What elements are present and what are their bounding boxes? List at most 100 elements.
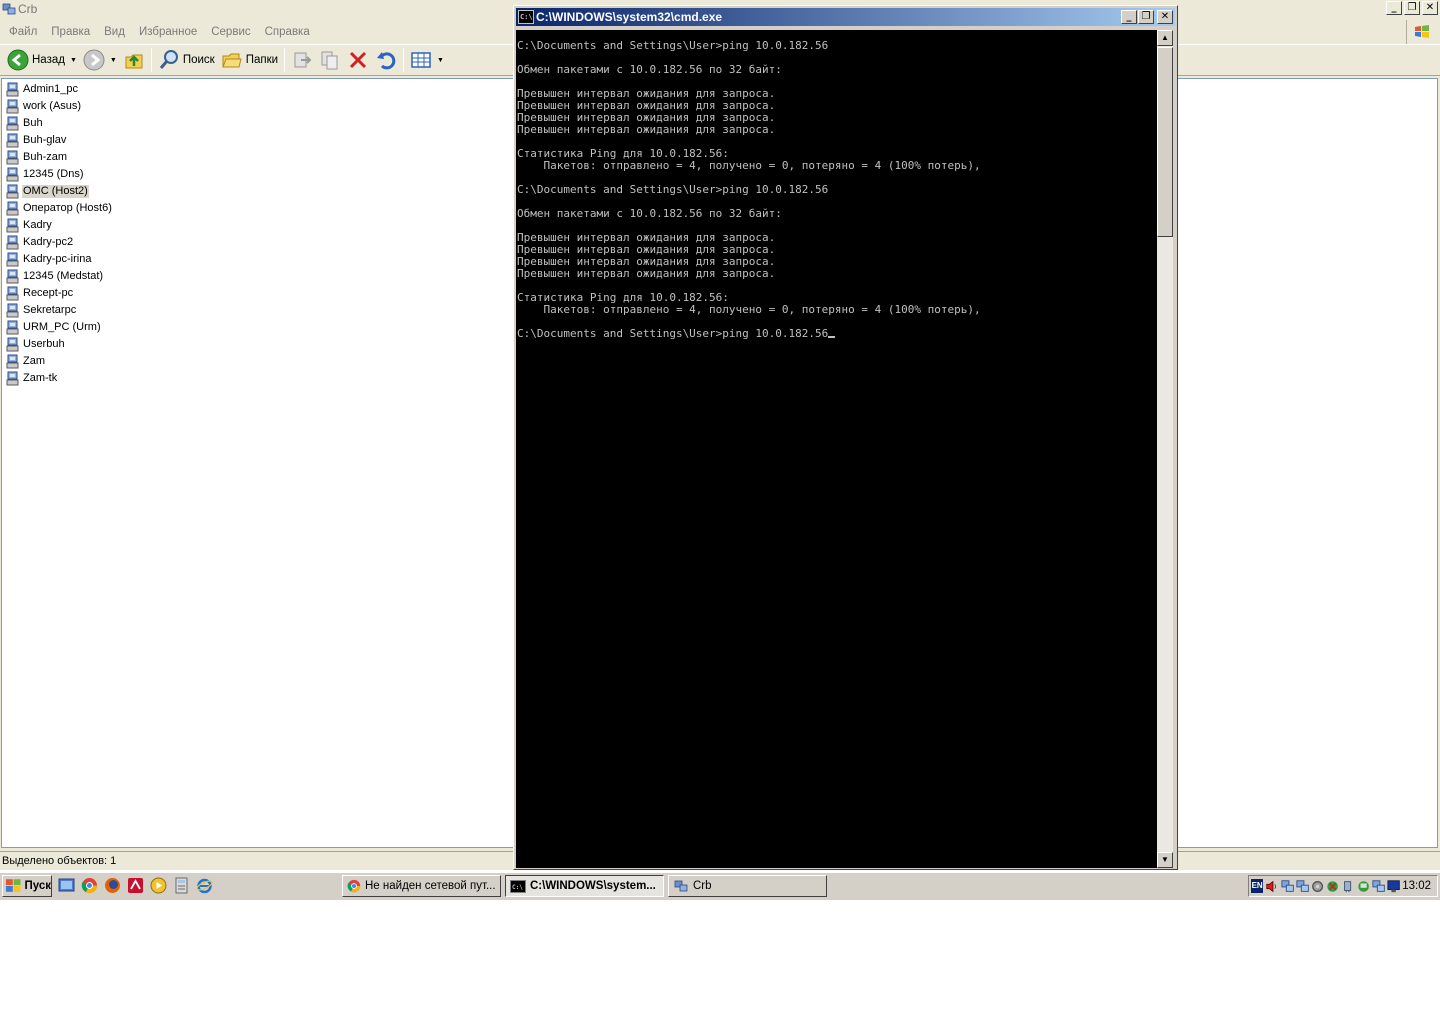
- start-button[interactable]: Пуск: [2, 875, 52, 897]
- windows-logo-icon: [1406, 20, 1436, 44]
- up-folder-button[interactable]: [120, 47, 148, 73]
- copy-to-icon: [321, 51, 338, 70]
- list-item[interactable]: work (Asus): [6, 98, 113, 115]
- chevron-down-icon[interactable]: ▼: [437, 57, 444, 64]
- menu-item[interactable]: Справка: [258, 22, 317, 42]
- console-line: Превышен интервал ожидания для запроса.: [517, 268, 1157, 280]
- list-item[interactable]: Recept-pc: [6, 285, 113, 302]
- safely-remove-hardware-icon[interactable]: [1341, 879, 1354, 894]
- language-indicator[interactable]: EN: [1251, 879, 1264, 893]
- item-label: Zam-tk: [23, 372, 58, 384]
- back-label: Назад: [32, 54, 65, 66]
- internet-explorer-icon[interactable]: [196, 877, 213, 894]
- close-button[interactable]: ✕: [1422, 1, 1438, 15]
- console-text: Превышен интервал ожидания для запроса.: [517, 267, 776, 280]
- acrobat-icon[interactable]: [127, 877, 144, 894]
- show-desktop-icon[interactable]: [58, 877, 75, 894]
- computer-list: Admin1_pc work (Asus) Buh Buh-glav Buh-zam 12…: [6, 81, 113, 387]
- console-text: Обмен пакетами с 10.0.182.56 по 32 байт:: [517, 63, 782, 76]
- volume-icon[interactable]: [1265, 879, 1278, 894]
- computer-icon: [6, 354, 19, 369]
- search-button[interactable]: Поиск: [155, 47, 218, 73]
- console-line: Пакетов: отправлено = 4, получено = 0, п…: [517, 304, 1157, 316]
- list-item[interactable]: Sekretarpc: [6, 302, 113, 319]
- folders-button[interactable]: Папки: [218, 47, 281, 73]
- settings-gear-icon[interactable]: [1311, 879, 1324, 894]
- delete-x-icon: [349, 51, 367, 69]
- menu-item[interactable]: Сервис: [204, 22, 257, 42]
- menu-item[interactable]: Файл: [2, 22, 44, 42]
- computer-icon: [6, 235, 19, 250]
- computer-icon: [6, 167, 19, 182]
- back-button[interactable]: Назад ▼: [4, 47, 80, 73]
- list-item[interactable]: Userbuh: [6, 336, 113, 353]
- scroll-down-button[interactable]: ▼: [1157, 852, 1173, 868]
- menu-item[interactable]: Избранное: [132, 22, 204, 42]
- item-label: Kadry-pc-irina: [23, 253, 92, 265]
- list-item[interactable]: Kadry-pc-irina: [6, 251, 113, 268]
- console-line: Пакетов: отправлено = 4, получено = 0, п…: [517, 160, 1157, 172]
- list-item[interactable]: 12345 (Medstat): [6, 268, 113, 285]
- cmd-title: C:\WINDOWS\system32\cmd.exe: [536, 10, 723, 24]
- list-item[interactable]: 12345 (Dns): [6, 166, 113, 183]
- console-output[interactable]: C:\Documents and Settings\User>ping 10.0…: [516, 30, 1157, 868]
- list-item[interactable]: Buh: [6, 115, 113, 132]
- views-button[interactable]: ▼: [407, 47, 447, 73]
- list-item[interactable]: Buh-zam: [6, 149, 113, 166]
- network-icon[interactable]: [1372, 879, 1385, 894]
- text-cursor: [828, 336, 836, 338]
- undo-button[interactable]: [372, 47, 400, 73]
- task-cmd[interactable]: C:\ C:\WINDOWS\system...: [505, 875, 664, 897]
- list-item[interactable]: Zam-tk: [6, 370, 113, 387]
- minimize-button[interactable]: _: [1386, 1, 1402, 15]
- copy-to-button[interactable]: [316, 47, 344, 73]
- vertical-scrollbar[interactable]: ▲ ▼: [1157, 30, 1173, 868]
- item-label: Buh: [23, 117, 43, 129]
- task-explorer[interactable]: Crb: [668, 875, 827, 897]
- scroll-thumb[interactable]: [1157, 47, 1173, 237]
- delete-button[interactable]: [344, 47, 372, 73]
- clock[interactable]: 13:02: [1402, 880, 1431, 892]
- start-label: Пуск: [24, 880, 51, 892]
- computer-icon: [6, 286, 19, 301]
- firefox-icon[interactable]: [104, 877, 121, 894]
- maximize-button[interactable]: ❐: [1138, 10, 1154, 24]
- list-item[interactable]: Kadry-pc2: [6, 234, 113, 251]
- console-line: Превышен интервал ожидания для запроса.: [517, 124, 1157, 136]
- list-item[interactable]: Kadry: [6, 217, 113, 234]
- minimize-button[interactable]: _: [1121, 10, 1137, 24]
- list-item[interactable]: Zam: [6, 353, 113, 370]
- list-item[interactable]: Buh-glav: [6, 132, 113, 149]
- list-item[interactable]: Оператор (Host6): [6, 200, 113, 217]
- network-connection-icon[interactable]: [1357, 879, 1370, 894]
- menu-item[interactable]: Правка: [44, 22, 97, 42]
- media-player-icon[interactable]: [150, 877, 167, 894]
- monitor-icon[interactable]: [1387, 879, 1400, 894]
- list-item[interactable]: URM_PC (Urm): [6, 319, 113, 336]
- console-text: Обмен пакетами с 10.0.182.56 по 32 байт:: [517, 207, 782, 220]
- calculator-icon[interactable]: [173, 877, 190, 894]
- network-icon[interactable]: [1280, 879, 1294, 894]
- chevron-down-icon[interactable]: ▼: [70, 57, 77, 64]
- console-text: C:\Documents and Settings\User>ping 10.0…: [517, 183, 829, 196]
- menu-item[interactable]: Вид: [97, 22, 132, 42]
- console-text: C:\Documents and Settings\User>ping 10.0…: [517, 327, 829, 340]
- cmd-title-bar[interactable]: C:\ C:\WINDOWS\system32\cmd.exe _ ❐ ✕: [516, 8, 1175, 26]
- views-grid-icon: [411, 52, 431, 68]
- item-label: Kadry-pc2: [23, 236, 74, 248]
- computer-icon: [6, 99, 19, 114]
- list-item[interactable]: OMC (Host2): [6, 183, 113, 200]
- move-to-button[interactable]: [288, 47, 316, 73]
- task-chrome[interactable]: Не найден сетевой пут...: [342, 875, 501, 897]
- close-button[interactable]: ✕: [1157, 10, 1173, 24]
- network-icon[interactable]: [1296, 879, 1309, 894]
- list-item[interactable]: Admin1_pc: [6, 81, 113, 98]
- forward-button[interactable]: ▼: [80, 47, 120, 73]
- scroll-up-button[interactable]: ▲: [1157, 30, 1173, 46]
- network-folder-icon: [2, 3, 16, 15]
- chrome-icon[interactable]: [81, 877, 98, 894]
- restore-button[interactable]: ❐: [1404, 1, 1420, 15]
- antivirus-icon[interactable]: [1326, 879, 1339, 894]
- chevron-down-icon[interactable]: ▼: [110, 57, 117, 64]
- item-label: 12345 (Dns): [23, 168, 84, 180]
